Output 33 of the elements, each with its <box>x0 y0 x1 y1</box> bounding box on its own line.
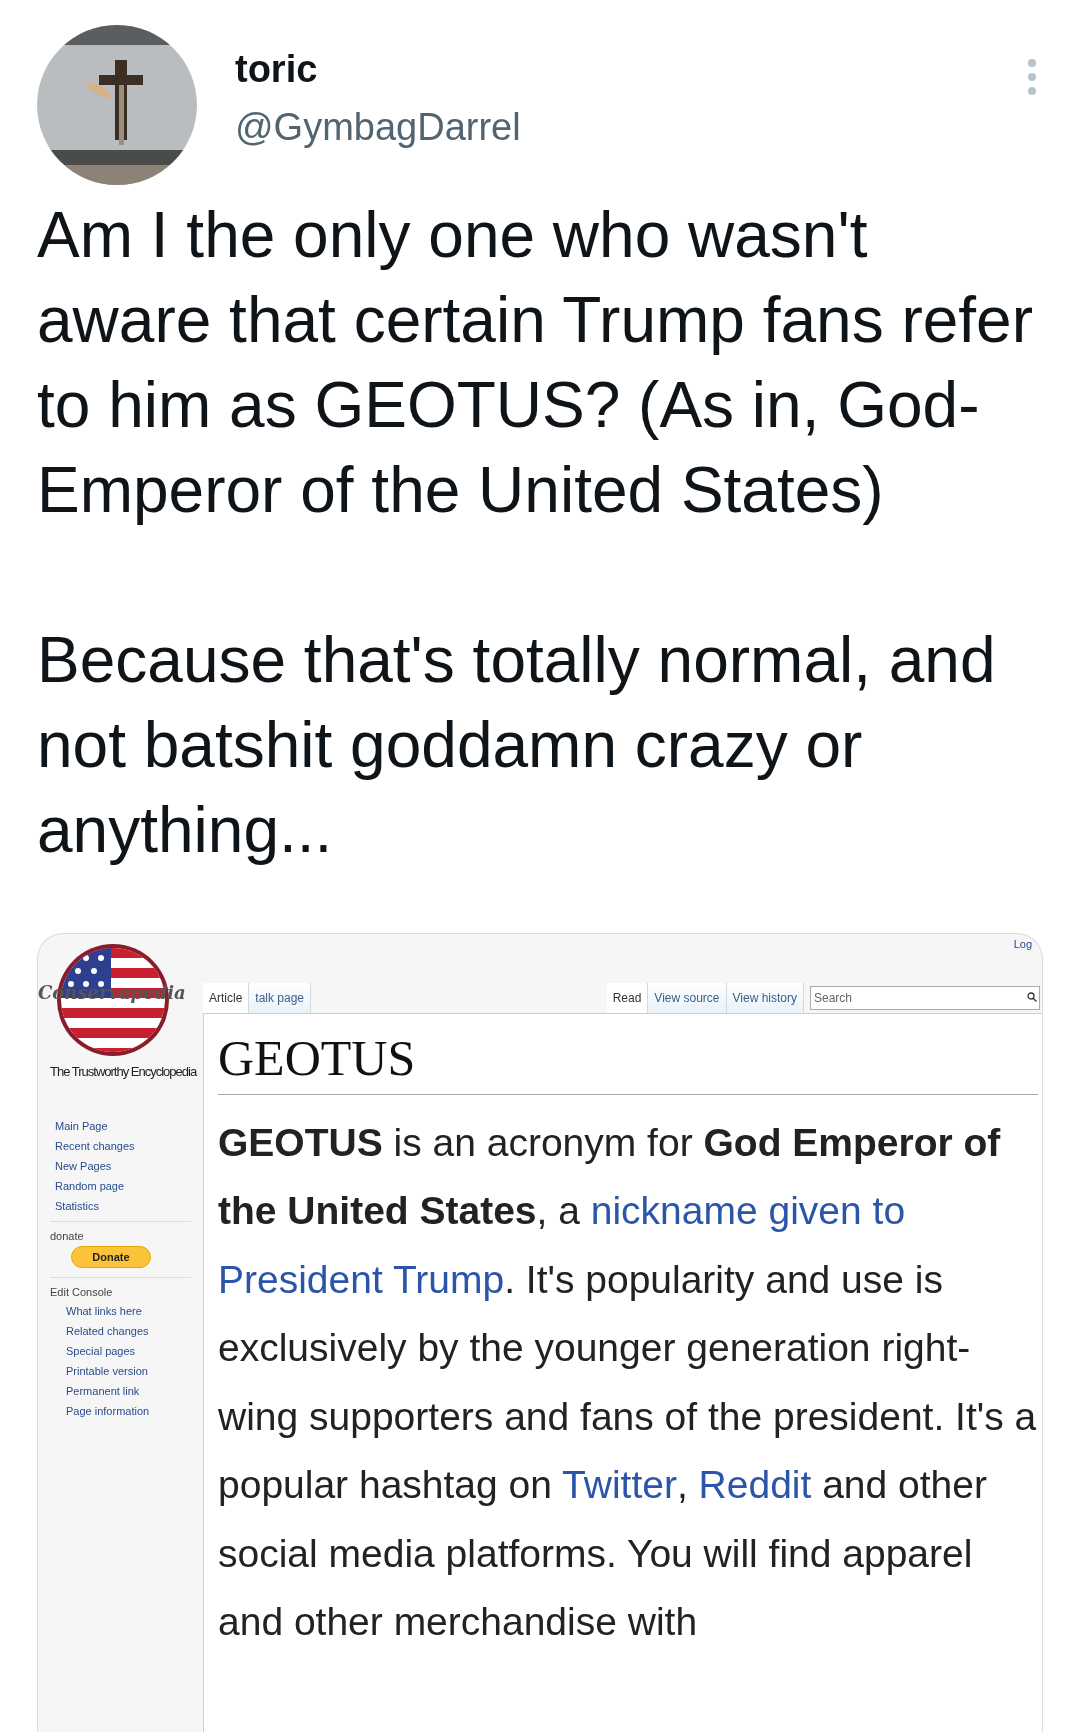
nav-link[interactable]: Statistics <box>55 1197 203 1215</box>
nav-link[interactable]: Recent changes <box>55 1137 203 1155</box>
console-link[interactable]: Page information <box>66 1402 203 1420</box>
section-label: Edit Console <box>50 1285 114 1300</box>
article-link[interactable]: nickname given to <box>590 1189 906 1232</box>
console-link[interactable]: Related changes <box>66 1322 203 1340</box>
article-link[interactable]: Twitter <box>562 1463 677 1506</box>
page-tab[interactable]: talk page <box>249 982 312 1013</box>
nav-link[interactable]: Random page <box>55 1177 203 1195</box>
logo-wordmark: Conservapedia <box>38 984 186 1002</box>
tweet-text: Because that's totally normal, and not batshit goddamn crazy or anything... <box>37 623 997 868</box>
user-handle: @GymbagDarrel <box>235 105 521 150</box>
article-link[interactable]: Reddit <box>698 1463 812 1506</box>
console-link[interactable]: Printable version <box>66 1362 203 1380</box>
login-link[interactable]: Log <box>1013 936 1032 953</box>
page-tab[interactable]: Read <box>606 982 649 1013</box>
article-paragraph: GEOTUS is an acronym for God Emperor of the United States, a nickname given to President Trump. It's popularity and use is exclusively by the younger generation right-wing supporters and fans of the president. It's a popular hashtag on Twitter, Reddit and other social media platforms. You will find apparel and other merchandise with <box>218 1119 1038 1645</box>
console-link[interactable]: Permanent link <box>66 1382 203 1400</box>
console-link[interactable]: What links here <box>66 1302 203 1320</box>
display-name: toric <box>235 47 319 92</box>
donate-button[interactable]: Donate <box>71 1246 151 1268</box>
article-title: GEOTUS <box>218 1025 1038 1095</box>
tagline: The Trustworthy Encyclopedia <box>50 1063 198 1081</box>
page-tab[interactable]: View history <box>726 982 804 1013</box>
tweet-text: Am I the only one who wasn't aware that certain Trump fans refer to him as GEOTUS? (As in, God-Emperor of the United States) <box>37 198 1034 528</box>
search-field[interactable]: Search <box>810 985 1040 1010</box>
nav-link[interactable]: New Pages <box>55 1157 203 1175</box>
nav-link[interactable]: Main Page <box>55 1117 203 1135</box>
article-link[interactable]: President Trump <box>218 1257 505 1301</box>
console-link[interactable]: Special pages <box>66 1342 203 1360</box>
page-tab[interactable]: Article <box>203 982 250 1013</box>
page-tab[interactable]: View source <box>648 982 727 1013</box>
section-label: donate <box>50 1228 85 1244</box>
